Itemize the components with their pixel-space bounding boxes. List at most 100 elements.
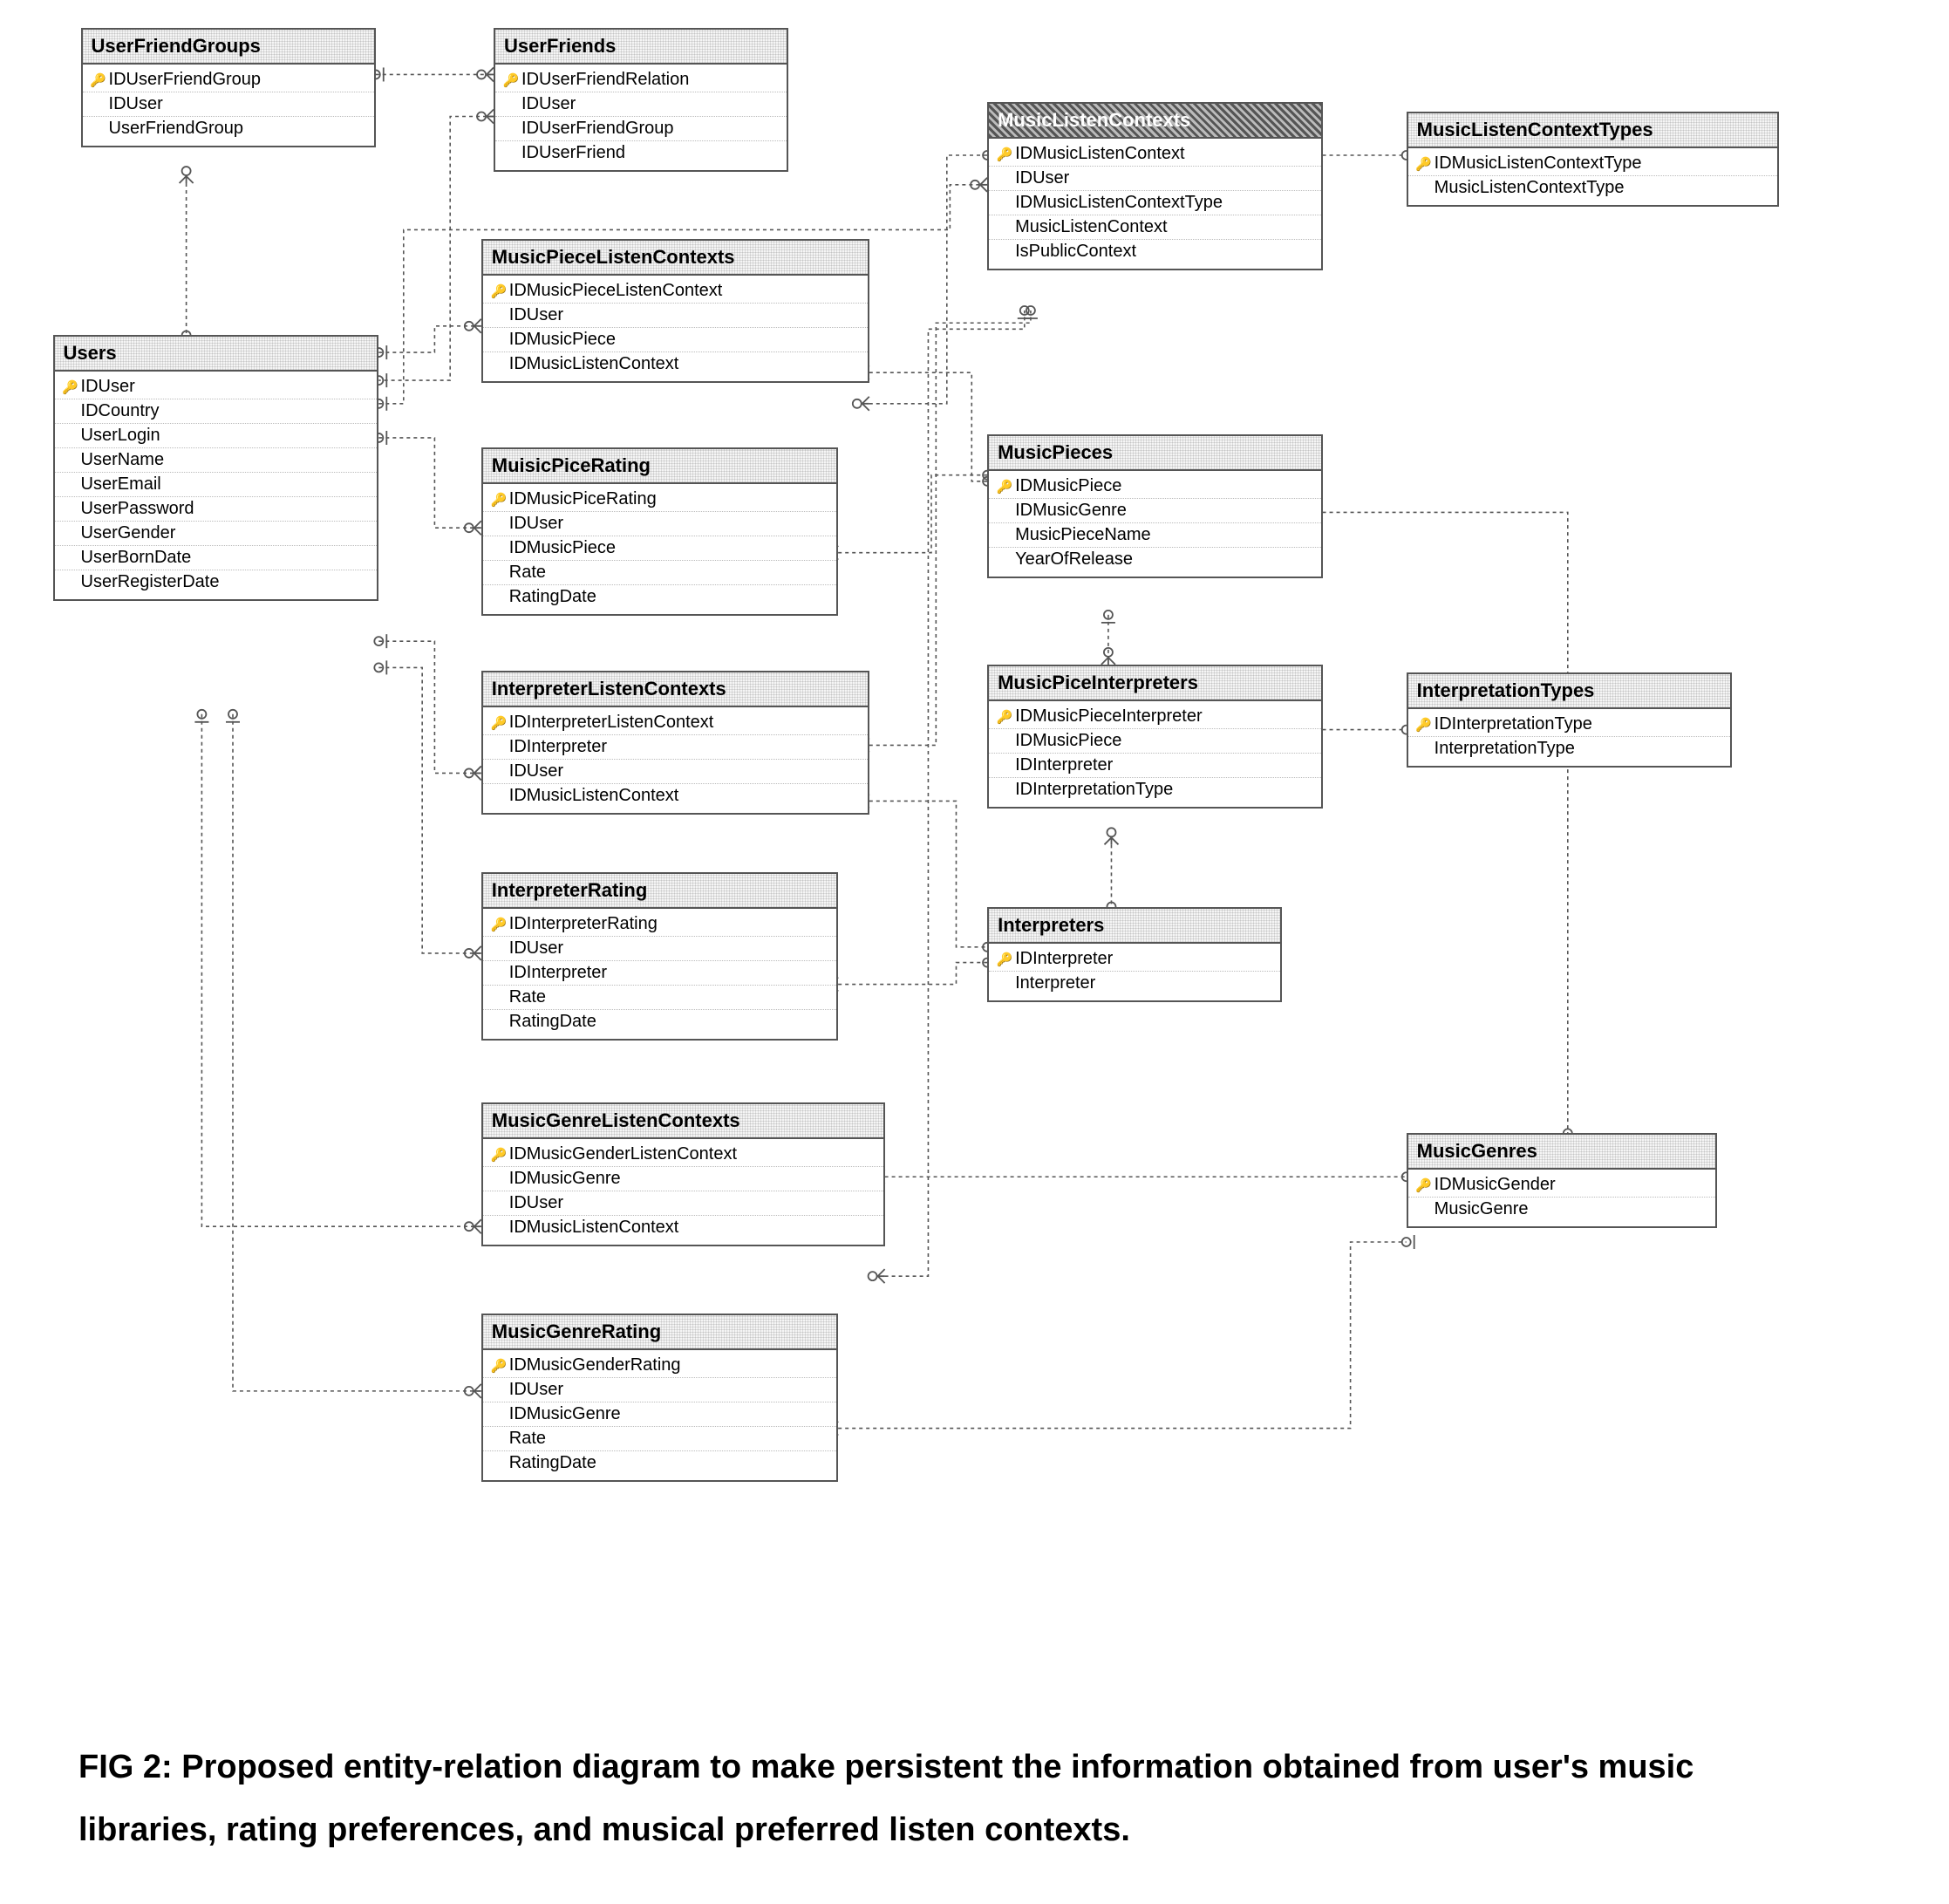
entity-MusicGenres[interactable]: MusicGenres IDMusicGender MusicGenre bbox=[1407, 1133, 1717, 1228]
entity-field: MusicListenContext bbox=[989, 215, 1320, 239]
field-label: IDInterpretationType bbox=[1434, 714, 1722, 734]
field-label: Rate bbox=[509, 987, 828, 1007]
entity-title: InterpreterListenContexts bbox=[483, 672, 868, 707]
entity-MusicPieceListenContexts[interactable]: MusicPieceListenContextsIDMusicPieceList… bbox=[481, 239, 869, 383]
field-label: YearOfRelease bbox=[1015, 549, 1312, 570]
entity-MusicGenreListenContexts[interactable]: MusicGenreListenContextsIDMusicGenderLis… bbox=[481, 1102, 885, 1246]
entity-title: InterpretationTypes bbox=[1408, 674, 1731, 709]
field-label: Rate bbox=[509, 1429, 828, 1449]
field-label: UserBornDate bbox=[81, 548, 369, 568]
entity-title: MusicPieceListenContexts bbox=[483, 241, 868, 276]
entity-field: InterpretationType bbox=[1408, 736, 1731, 761]
entity-MusicListenContexts[interactable]: MusicListenContextsIDMusicListenContextI… bbox=[987, 102, 1322, 270]
entity-field: IDMusicGenre bbox=[483, 1402, 836, 1426]
entity-UserFriendGroups[interactable]: UserFriendGroupsIDUserFriendGroupIDUserU… bbox=[81, 28, 376, 147]
entity-InterpretationTypes[interactable]: InterpretationTypes IDInterpretationTypeI… bbox=[1407, 672, 1733, 768]
entity-field: IDMusicListenContext bbox=[483, 1215, 883, 1239]
field-label: MusicListenContext bbox=[1015, 217, 1312, 237]
diagram-canvas: FIG 2: Proposed entity-relation diagram … bbox=[0, 0, 1949, 1904]
entity-field: UserGender bbox=[55, 521, 378, 545]
field-label: IDMusicListenContext bbox=[1015, 144, 1312, 164]
entity-InterpreterListenContexts[interactable]: InterpreterListenContextsIDInterpreterLi… bbox=[481, 671, 869, 815]
key-icon bbox=[994, 949, 1015, 969]
entity-field: UserRegisterDate bbox=[55, 570, 378, 594]
entity-field: IDInterpreter bbox=[989, 947, 1280, 971]
entity-field: RatingDate bbox=[483, 584, 836, 609]
key-icon bbox=[488, 489, 509, 509]
entity-field: Rate bbox=[483, 1426, 836, 1450]
field-label: IsPublicContext bbox=[1015, 242, 1312, 262]
field-label: IDMusicPiece bbox=[1015, 731, 1312, 751]
entity-UserFriends[interactable]: UserFriendsIDUserFriendRelationIDUserIDU… bbox=[494, 28, 788, 172]
connector bbox=[869, 372, 987, 481]
entity-field: IDInterpretationType bbox=[1408, 713, 1731, 736]
entity-field: IDMusicPiece bbox=[483, 327, 868, 351]
entity-field: IDUserFriendGroup bbox=[83, 68, 374, 92]
entity-field: IsPublicContext bbox=[989, 239, 1320, 263]
entity-InterpreterRating[interactable]: InterpreterRatingIDInterpreterRatingIDUs… bbox=[481, 872, 838, 1041]
figure-caption: FIG 2: Proposed entity-relation diagram … bbox=[78, 1736, 1735, 1861]
connector bbox=[378, 117, 494, 381]
key-icon bbox=[994, 706, 1015, 727]
field-label: RatingDate bbox=[509, 587, 828, 607]
field-label: IDInterpreter bbox=[1015, 755, 1312, 775]
field-label: MusicGenre bbox=[1434, 1199, 1707, 1219]
key-icon bbox=[1414, 714, 1434, 734]
entity-field: IDUser bbox=[55, 375, 378, 399]
entity-field: UserLogin bbox=[55, 423, 378, 447]
field-label: UserFriendGroup bbox=[109, 119, 365, 139]
entity-title: MuisicPiceRating bbox=[483, 449, 836, 484]
entity-field: IDMusicListenContext bbox=[483, 783, 868, 808]
entity-MusicListenContextTypes[interactable]: MusicListenContextTypesIDMusicListenCont… bbox=[1407, 112, 1779, 207]
entity-title: MusicGenres bbox=[1408, 1135, 1715, 1170]
field-label: IDUserFriendGroup bbox=[521, 119, 778, 139]
key-icon bbox=[88, 70, 109, 90]
field-label: IDUserFriendRelation bbox=[521, 70, 778, 90]
entity-field: IDMusicPiceRating bbox=[483, 488, 836, 511]
field-label: Rate bbox=[509, 563, 828, 583]
entity-field: RatingDate bbox=[483, 1450, 836, 1475]
entity-field: IDMusicListenContextType bbox=[1408, 152, 1777, 175]
field-label: IDInterpretationType bbox=[1015, 780, 1312, 800]
field-label: IDMusicGenre bbox=[509, 1169, 875, 1189]
entity-field: IDUser bbox=[483, 936, 836, 960]
field-label: UserEmail bbox=[81, 474, 369, 495]
key-icon bbox=[488, 281, 509, 301]
entity-MusicPiceRating[interactable]: MuisicPiceRatingIDMusicPiceRatingIDUserI… bbox=[481, 447, 838, 616]
entity-field: IDMusicListenContext bbox=[989, 142, 1320, 166]
entity-field: IDUser bbox=[989, 166, 1320, 190]
field-label: UserGender bbox=[81, 523, 369, 543]
field-label: IDUser bbox=[509, 305, 859, 325]
entity-Users[interactable]: UsersIDUserIDCountryUserLoginUserNameUse… bbox=[53, 335, 379, 601]
entity-Interpreters[interactable]: InterpretersIDInterpreterInterpreter bbox=[987, 907, 1282, 1002]
key-icon bbox=[1414, 1175, 1434, 1195]
entity-field: IDMusicGenre bbox=[989, 498, 1320, 522]
connector bbox=[838, 963, 987, 985]
field-label: IDMusicGender bbox=[1434, 1175, 1707, 1195]
field-label: IDInterpreter bbox=[1015, 949, 1271, 969]
key-icon bbox=[501, 70, 521, 90]
entity-field: UserName bbox=[55, 447, 378, 472]
entity-field: Rate bbox=[483, 560, 836, 584]
field-label: IDMusicListenContextType bbox=[1434, 154, 1768, 174]
field-label: IDUser bbox=[509, 938, 828, 959]
entity-MusicPiceInterpreters[interactable]: MusicPiceInterpretersIDMusicPieceInterpr… bbox=[987, 665, 1322, 809]
entity-field: IDUser bbox=[483, 1377, 836, 1402]
entity-title: MusicGenreListenContexts bbox=[483, 1104, 883, 1139]
field-label: IDUserFriendGroup bbox=[109, 70, 365, 90]
entity-title: MusicGenreRating bbox=[483, 1315, 836, 1350]
field-label: IDUser bbox=[509, 514, 828, 534]
field-label: UserPassword bbox=[81, 499, 369, 519]
entity-field: IDInterpreter bbox=[483, 960, 836, 985]
entity-title: UserFriends bbox=[495, 30, 787, 65]
connector bbox=[233, 714, 481, 1391]
key-icon bbox=[994, 476, 1015, 496]
entity-title: MusicListenContexts bbox=[989, 104, 1320, 139]
entity-MusicPieces[interactable]: MusicPiecesIDMusicPieceIDMusicGenreMusic… bbox=[987, 434, 1322, 578]
entity-field: IDUserFriend bbox=[495, 140, 787, 165]
key-icon bbox=[994, 144, 1015, 164]
field-label: IDUser bbox=[509, 1380, 828, 1400]
entity-field: UserPassword bbox=[55, 496, 378, 521]
field-label: IDMusicGenderRating bbox=[509, 1355, 828, 1375]
entity-MusicGenreRating[interactable]: MusicGenreRating IDMusicGenderRating IDUse… bbox=[481, 1314, 838, 1482]
